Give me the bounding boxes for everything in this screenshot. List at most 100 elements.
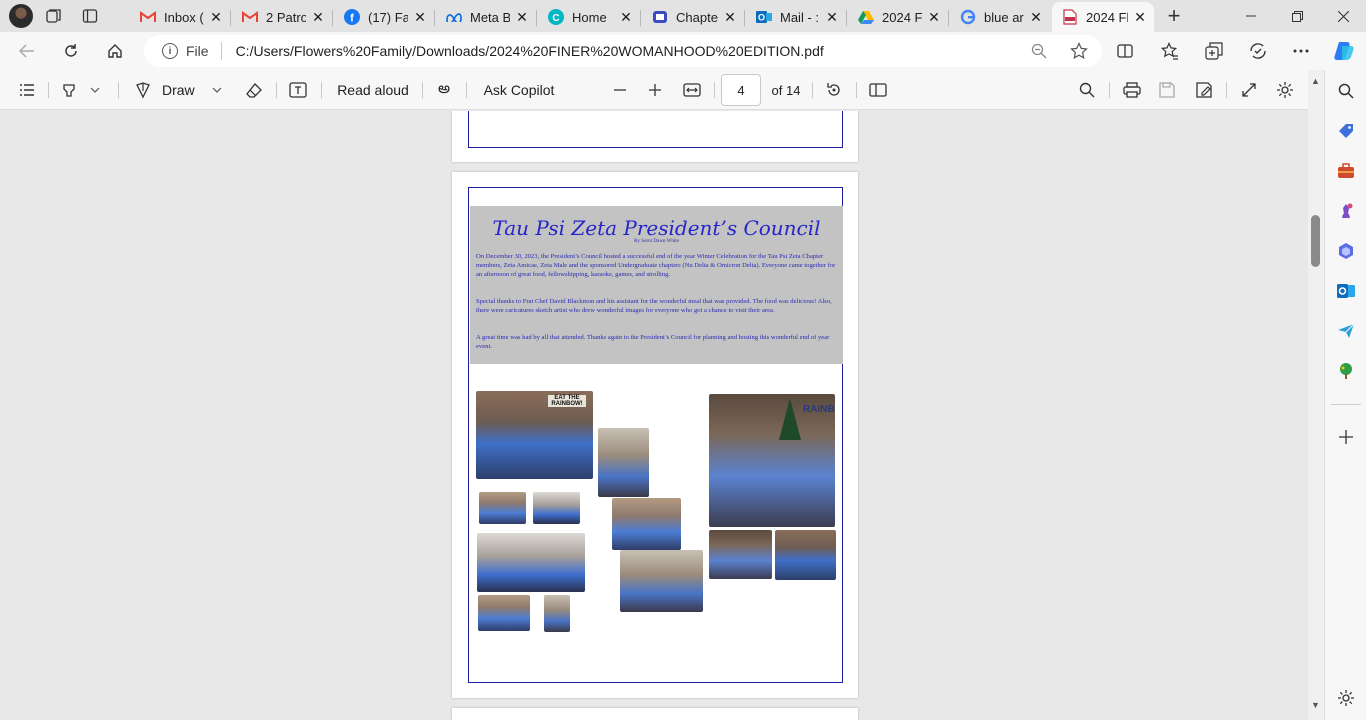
- split-screen-icon[interactable]: [1110, 37, 1140, 65]
- meta-icon: [446, 9, 462, 25]
- home-button[interactable]: [100, 37, 130, 65]
- tab-home[interactable]: C Home ✕: [538, 2, 641, 32]
- profile-avatar[interactable]: [9, 4, 33, 28]
- event-photo: [775, 530, 836, 580]
- text-box-icon[interactable]: [286, 76, 310, 104]
- favorites-icon[interactable]: [1155, 37, 1185, 65]
- tab-facebook[interactable]: f (17) Fa ✕: [334, 2, 435, 32]
- page-count-label: of 14: [771, 82, 801, 98]
- zoom-out-button[interactable]: [608, 76, 632, 104]
- tab-inbox[interactable]: Inbox ( ✕: [130, 2, 231, 32]
- outlook-icon: O: [756, 9, 772, 25]
- close-icon[interactable]: ✕: [1028, 9, 1044, 25]
- tree-app-icon[interactable]: [1335, 360, 1357, 382]
- zoom-in-button[interactable]: [643, 76, 667, 104]
- close-window-button[interactable]: [1320, 0, 1366, 32]
- games-chess-icon[interactable]: [1335, 200, 1357, 222]
- contents-icon[interactable]: [14, 76, 40, 104]
- save-icon[interactable]: [1155, 76, 1179, 104]
- settings-gear-icon[interactable]: [1273, 76, 1297, 104]
- svg-text:f: f: [350, 13, 354, 25]
- eraser-icon[interactable]: [242, 76, 266, 104]
- vertical-scrollbar[interactable]: ▲ ▼: [1308, 70, 1324, 720]
- tab-title: Meta B: [470, 9, 510, 25]
- edge-sidebar: [1324, 70, 1366, 720]
- tab-title: Home: [572, 9, 607, 25]
- tab-pdf-active[interactable]: 2024 Fl ✕: [1052, 2, 1154, 32]
- tab-actions-icon[interactable]: [75, 2, 105, 30]
- back-button[interactable]: [12, 37, 42, 65]
- scrollbar-thumb[interactable]: [1311, 215, 1320, 267]
- settings-more-icon[interactable]: [1286, 37, 1316, 65]
- article-paragraph-3: A great time was had by all that attende…: [476, 334, 830, 350]
- close-icon[interactable]: ✕: [824, 9, 840, 25]
- favorite-star-icon[interactable]: [1064, 37, 1094, 65]
- tab-title: blue ar: [984, 9, 1024, 25]
- event-photo: [478, 595, 530, 631]
- chevron-down-icon[interactable]: [208, 76, 226, 104]
- highlight-icon[interactable]: [56, 76, 82, 104]
- close-icon[interactable]: ✕: [208, 9, 224, 25]
- event-photo: [533, 492, 580, 524]
- rotate-icon[interactable]: [822, 76, 846, 104]
- outlook-sidebar-icon[interactable]: [1335, 280, 1357, 302]
- pdf-viewer[interactable]: Tau Psi Zeta President’s Council By Soro…: [0, 111, 1308, 720]
- send-drop-icon[interactable]: [1335, 320, 1357, 342]
- close-icon[interactable]: ✕: [618, 9, 634, 25]
- add-sidebar-app-icon[interactable]: [1335, 426, 1357, 448]
- event-photo: [612, 498, 681, 550]
- minimize-button[interactable]: [1228, 0, 1274, 32]
- chevron-down-icon[interactable]: [86, 76, 104, 104]
- close-icon[interactable]: ✕: [722, 9, 738, 25]
- draw-pen-icon: [136, 82, 150, 99]
- workspaces-icon[interactable]: [39, 2, 69, 30]
- tab-title: Mail - :: [780, 9, 819, 25]
- close-icon[interactable]: ✕: [926, 9, 942, 25]
- save-as-icon[interactable]: [1192, 76, 1216, 104]
- zoom-out-icon[interactable]: [1024, 37, 1054, 65]
- sidebar-search-icon[interactable]: [1335, 80, 1357, 102]
- event-photo-christmas-tree: RAINB: [709, 394, 835, 527]
- tab-mail[interactable]: O Mail - : ✕: [746, 2, 847, 32]
- google-icon: [960, 9, 976, 25]
- scroll-down-icon[interactable]: ▼: [1311, 700, 1320, 710]
- search-icon[interactable]: [1075, 76, 1099, 104]
- rainbow-sign-text: EAT THE RAINBOW!: [548, 395, 586, 407]
- translate-icon[interactable]: అ: [432, 76, 456, 104]
- new-tab-button[interactable]: +: [1160, 2, 1188, 30]
- print-icon[interactable]: [1120, 76, 1144, 104]
- restore-button[interactable]: [1274, 0, 1320, 32]
- fit-to-width-icon[interactable]: [680, 76, 704, 104]
- refresh-button[interactable]: [56, 37, 86, 65]
- tab-chapter[interactable]: Chapte ✕: [642, 2, 745, 32]
- close-icon[interactable]: ✕: [514, 9, 530, 25]
- ask-copilot-button[interactable]: Ask Copilot: [478, 76, 560, 104]
- page-view-icon[interactable]: [866, 76, 890, 104]
- draw-button[interactable]: Draw: [134, 76, 204, 104]
- tab-drive[interactable]: 2024 Fl ✕: [848, 2, 949, 32]
- scroll-up-icon[interactable]: ▲: [1311, 76, 1320, 86]
- tab-meta[interactable]: Meta B ✕: [436, 2, 537, 32]
- close-icon[interactable]: ✕: [310, 9, 326, 25]
- collections-icon[interactable]: [1199, 37, 1229, 65]
- tools-briefcase-icon[interactable]: [1335, 160, 1357, 182]
- fullscreen-icon[interactable]: [1237, 76, 1261, 104]
- microsoft-365-icon[interactable]: [1335, 240, 1357, 262]
- close-icon[interactable]: ✕: [412, 9, 428, 25]
- info-icon[interactable]: i: [162, 43, 178, 59]
- tab-patro[interactable]: 2 Patro ✕: [232, 2, 333, 32]
- url-bar[interactable]: i File C:/Users/Flowers%20Family/Downloa…: [144, 35, 1102, 67]
- shopping-tag-icon[interactable]: [1335, 120, 1357, 142]
- copilot-icon[interactable]: [1329, 37, 1359, 65]
- close-icon[interactable]: ✕: [1132, 9, 1148, 25]
- event-photo: [479, 492, 526, 524]
- event-photo-group: EAT THE RAINBOW!: [476, 391, 593, 479]
- sidebar-settings-icon[interactable]: [1335, 687, 1357, 709]
- page-number-input[interactable]: 4: [721, 74, 761, 106]
- tab-google[interactable]: blue ar ✕: [950, 2, 1050, 32]
- article-paragraph-2: Special thanks to Frat Chef David Blackm…: [476, 298, 832, 314]
- tab-title: (17) Fa: [368, 9, 408, 25]
- browser-essentials-icon[interactable]: [1243, 37, 1273, 65]
- url-text[interactable]: C:/Users/Flowers%20Family/Downloads/2024…: [236, 43, 1024, 59]
- read-aloud-button[interactable]: Read aloud: [332, 76, 414, 104]
